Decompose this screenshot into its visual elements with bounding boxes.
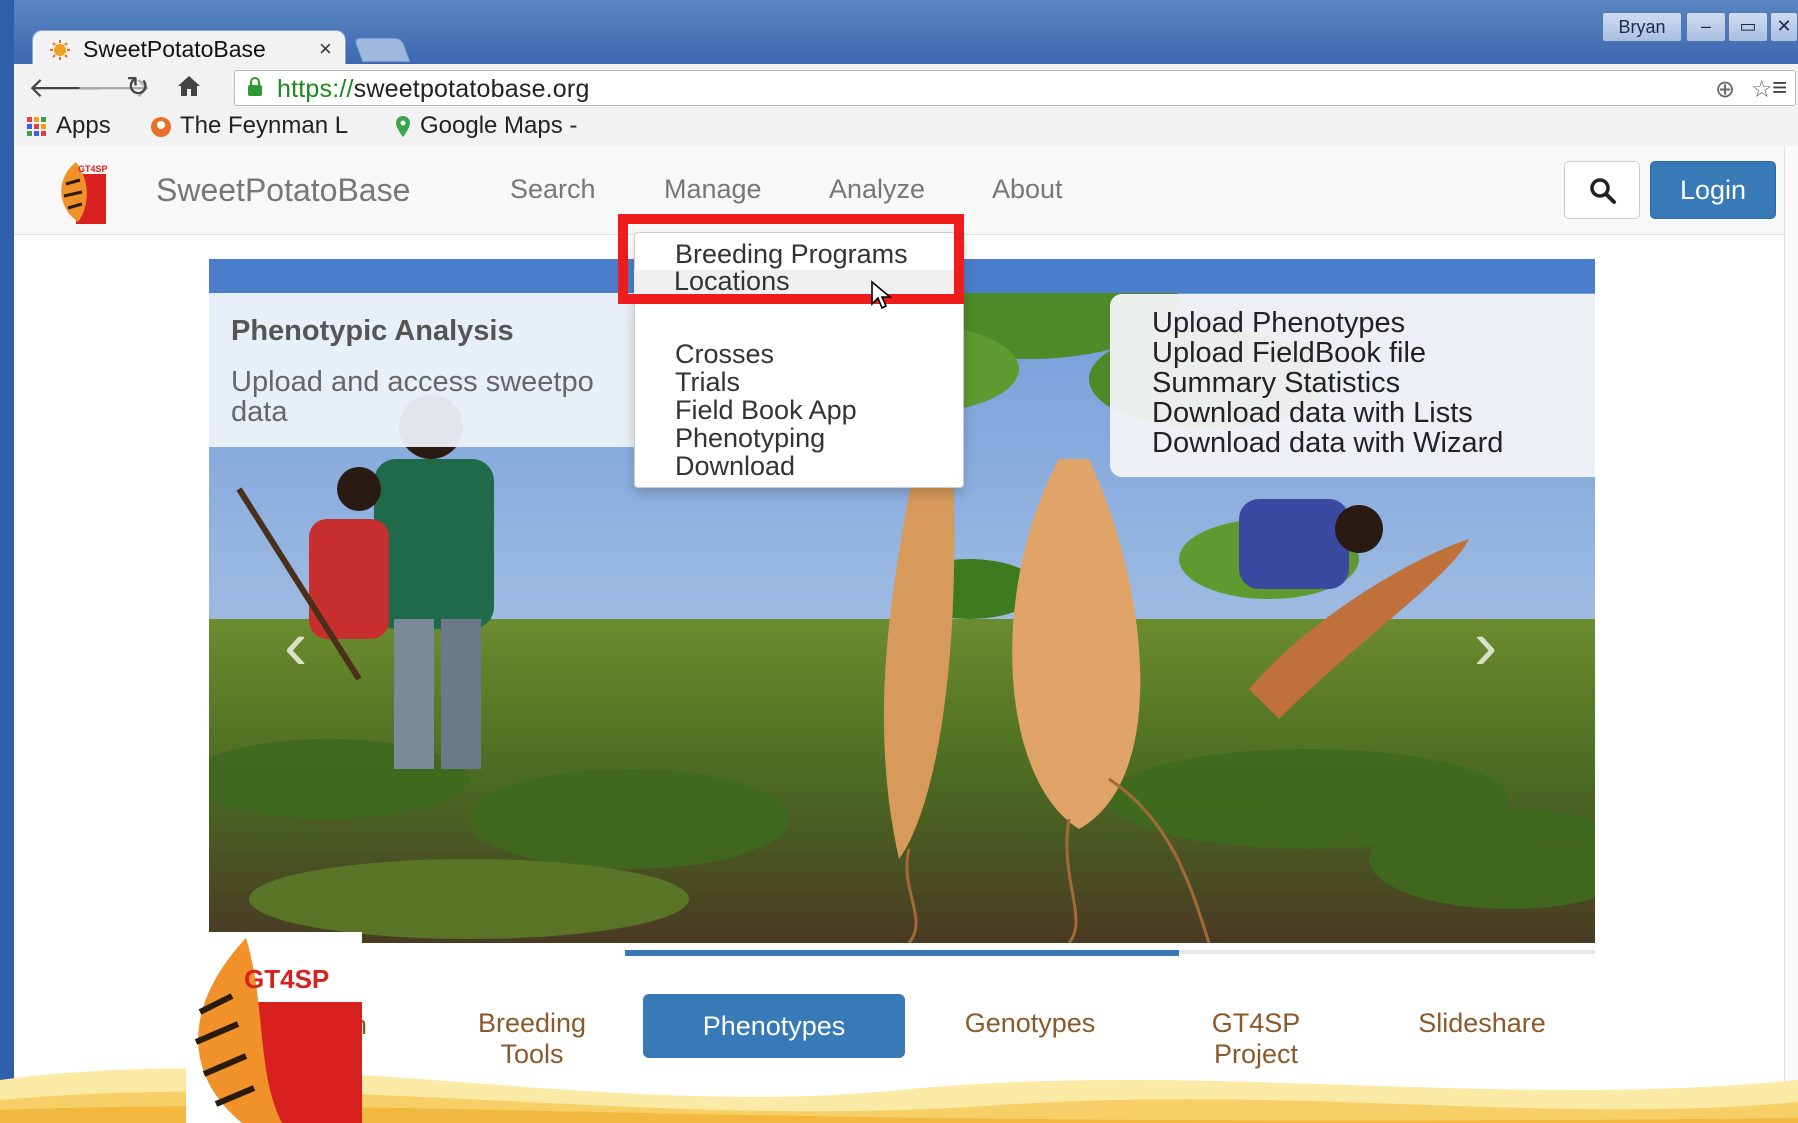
carousel-progress-fill	[625, 950, 1179, 956]
feature-upload-fieldbook[interactable]: Upload FieldBook file	[1152, 338, 1503, 368]
maps-pin-icon	[396, 115, 410, 137]
tab-close-icon[interactable]: ×	[319, 36, 332, 62]
caption-text: Upload and access sweetpo data	[231, 366, 594, 428]
feature-list-panel: Upload Phenotypes Upload FieldBook file …	[1110, 294, 1595, 477]
caption-heading: Phenotypic Analysis	[231, 315, 514, 347]
scrollbar[interactable]	[1784, 146, 1798, 1123]
minimize-button[interactable]: –	[1686, 12, 1726, 42]
nav-search[interactable]: Search	[510, 174, 596, 205]
bookmark-star-icon[interactable]: ☆	[1751, 75, 1773, 104]
gt4sp-logo-text: GT4SP	[244, 964, 329, 994]
feature-download-lists[interactable]: Download data with Lists	[1152, 398, 1503, 428]
feynman-favicon	[151, 116, 171, 137]
tab-slideshare[interactable]: Slideshare	[1404, 1008, 1560, 1039]
gt4sp-footer-logo: GT4SP	[186, 932, 362, 1123]
home-icon[interactable]	[176, 74, 202, 98]
bookmark-apps[interactable]: Apps	[26, 112, 111, 140]
tab-title: SweetPotatoBase	[83, 36, 266, 62]
browser-menu-icon[interactable]: ≡	[1772, 72, 1787, 103]
close-window-button[interactable]: ✕	[1770, 12, 1798, 42]
apps-grid-icon	[27, 116, 46, 136]
gt4sp-logo-icon[interactable]: GT4SP	[50, 156, 114, 228]
svg-text:GT4SP: GT4SP	[78, 164, 108, 174]
reload-icon[interactable]: ↻	[126, 70, 149, 103]
bookmark-feynman[interactable]: The Feynman L	[150, 112, 348, 140]
zoom-icon[interactable]: ⊕	[1715, 75, 1735, 104]
bookmark-google-maps[interactable]: Google Maps -	[394, 112, 577, 140]
new-tab-button[interactable]	[353, 38, 411, 62]
feature-summary-statistics[interactable]: Summary Statistics	[1152, 368, 1503, 398]
search-icon	[1590, 178, 1616, 204]
feature-download-wizard[interactable]: Download data with Wizard	[1152, 428, 1503, 458]
login-button[interactable]: Login	[1650, 161, 1776, 219]
mouse-cursor-icon	[871, 280, 893, 310]
browser-toolbar: 🡐 🡒 ↻ https://sweetpotatobase.org ⊕ ☆ ≡	[14, 64, 1798, 108]
brand-name[interactable]: SweetPotatoBase	[156, 172, 410, 209]
window-border	[0, 0, 14, 1123]
carousel-prev-icon[interactable]: ‹	[284, 605, 307, 685]
lock-icon	[248, 77, 262, 96]
annotation-highlight-box	[618, 214, 964, 304]
bookmarks-bar: Apps The Feynman L Google Maps -	[14, 108, 1798, 147]
search-button[interactable]	[1564, 161, 1640, 219]
maximize-button[interactable]: ▭	[1728, 12, 1768, 42]
menu-item-crosses[interactable]: Crosses	[675, 339, 774, 370]
menu-item-field-book-app[interactable]: Field Book App	[675, 395, 857, 426]
tab-genotypes[interactable]: Genotypes	[946, 1008, 1114, 1039]
carousel-next-icon[interactable]: ›	[1474, 605, 1497, 685]
address-bar[interactable]: https://sweetpotatobase.org ⊕ ☆	[234, 70, 1796, 106]
caption-panel: Phenotypic Analysis Upload and access sw…	[209, 293, 641, 447]
feature-upload-phenotypes[interactable]: Upload Phenotypes	[1152, 308, 1503, 338]
nav-analyze[interactable]: Analyze	[829, 174, 925, 205]
browser-tab[interactable]: SweetPotatoBase ×	[32, 30, 346, 67]
site-favicon-icon	[50, 40, 70, 60]
url-text: https://sweetpotatobase.org	[277, 75, 590, 103]
menu-item-trials[interactable]: Trials	[675, 367, 740, 398]
nav-about[interactable]: About	[992, 174, 1063, 205]
menu-item-download[interactable]: Download	[675, 451, 795, 482]
profile-button[interactable]: Bryan	[1602, 12, 1682, 42]
nav-manage[interactable]: Manage	[664, 174, 762, 205]
menu-item-phenotyping[interactable]: Phenotyping	[675, 423, 825, 454]
